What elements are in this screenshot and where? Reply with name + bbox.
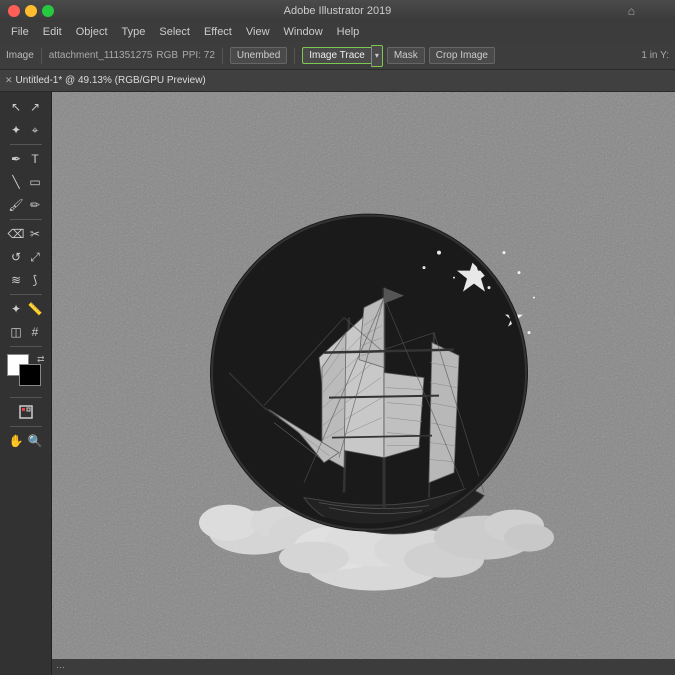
paintbrush-tool[interactable]: 🖌 <box>7 194 25 216</box>
brush-tools: 🖌 ✏ <box>7 194 44 216</box>
rotate-tool[interactable]: ↺ <box>7 246 25 268</box>
tool-sep-4 <box>10 346 42 347</box>
separator-3 <box>294 48 295 64</box>
view-tools: ✋ 🔍 <box>7 430 44 452</box>
line-tool[interactable]: ╲ <box>7 171 25 193</box>
ship-illustration <box>174 177 554 607</box>
blend-tool[interactable]: ⟆ <box>26 269 44 291</box>
measure-tool[interactable]: 📏 <box>26 298 44 320</box>
separator-2 <box>222 48 223 64</box>
menu-type[interactable]: Type <box>116 25 152 39</box>
warp-tools: ≋ ⟆ <box>7 269 44 291</box>
scissors-tool[interactable]: ✂ <box>26 223 44 245</box>
mesh-tool[interactable]: # <box>26 321 44 343</box>
magic-lasso-tools: ✦ ⌖ <box>7 119 44 141</box>
pencil-tool[interactable]: ✏ <box>26 194 44 216</box>
gradient-tool[interactable]: ◫ <box>7 321 25 343</box>
maximize-button[interactable] <box>42 5 54 17</box>
artboard-tool[interactable] <box>7 401 45 423</box>
app-title: Adobe Illustrator 2019 <box>284 5 392 17</box>
tool-sep-1 <box>10 144 42 145</box>
menu-edit[interactable]: Edit <box>37 25 68 39</box>
tool-sep-6 <box>10 426 42 427</box>
eyedropper-tool[interactable]: ✦ <box>7 298 25 320</box>
path-tools: ╲ ▭ <box>7 171 44 193</box>
grad-mesh-tools: ◫ # <box>7 321 44 343</box>
main-area: ↖ ↗ ✦ ⌖ ✒ T ╲ ▭ 🖌 ✏ ⌫ ✂ ↺ ⤢ ≋ <box>0 92 675 675</box>
image-trace-dropdown[interactable]: ▾ <box>371 45 383 67</box>
home-icon[interactable]: ⌂ <box>628 4 635 18</box>
crop-image-button[interactable]: Crop Image <box>429 47 495 64</box>
type-tool[interactable]: T <box>26 148 44 170</box>
close-button[interactable] <box>8 5 20 17</box>
ppi-info: PPI: 72 <box>182 50 215 61</box>
scale-tool[interactable]: ⤢ <box>26 246 44 268</box>
image-trace-group: Image Trace ▾ <box>302 45 383 67</box>
tab-bar: ✕ Untitled-1* @ 49.13% (RGB/GPU Preview) <box>0 70 675 92</box>
window-controls[interactable] <box>8 5 54 17</box>
control-label: Image <box>6 50 34 61</box>
tool-sep-5 <box>10 397 42 398</box>
tab-title: Untitled-1* @ 49.13% (RGB/GPU Preview) <box>16 75 206 86</box>
menu-view[interactable]: View <box>240 25 276 39</box>
menu-object[interactable]: Object <box>70 25 114 39</box>
select-tool[interactable]: ↖ <box>7 96 25 118</box>
image-trace-button[interactable]: Image Trace <box>302 47 371 64</box>
eyedrop-tools: ✦ 📏 <box>7 298 44 320</box>
lasso-tool[interactable]: ⌖ <box>26 119 44 141</box>
menu-bar: File Edit Object Type Select Effect View… <box>0 22 675 42</box>
zoom-tool[interactable]: 🔍 <box>26 430 44 452</box>
control-bar: Image attachment_111351275 RGB PPI: 72 U… <box>0 42 675 70</box>
title-bar: Adobe Illustrator 2019 ⌂ <box>0 0 675 22</box>
tool-sep-2 <box>10 219 42 220</box>
tab-close-icon[interactable]: ✕ <box>5 75 13 86</box>
swap-colors-icon[interactable]: ⇄ <box>37 354 45 365</box>
foreground-color[interactable] <box>19 364 41 386</box>
mask-button[interactable]: Mask <box>387 47 425 64</box>
eraser-tools: ⌫ ✂ <box>7 223 44 245</box>
menu-effect[interactable]: Effect <box>198 25 238 39</box>
minimize-button[interactable] <box>25 5 37 17</box>
pen-tools: ✒ T <box>7 148 44 170</box>
menu-help[interactable]: Help <box>331 25 366 39</box>
unembed-button[interactable]: Unembed <box>230 47 287 64</box>
selection-tools: ↖ ↗ <box>7 96 44 118</box>
ship-svg <box>174 177 554 607</box>
menu-window[interactable]: Window <box>278 25 329 39</box>
pen-tool[interactable]: ✒ <box>7 148 25 170</box>
tool-sep-3 <box>10 294 42 295</box>
menu-file[interactable]: File <box>5 25 35 39</box>
direct-select-tool[interactable]: ↗ <box>26 96 44 118</box>
hand-tool[interactable]: ✋ <box>7 430 25 452</box>
color-boxes: ⇄ <box>7 354 45 390</box>
rect-tool[interactable]: ▭ <box>26 171 44 193</box>
bottom-bar: ··· <box>52 659 675 675</box>
menu-select[interactable]: Select <box>153 25 196 39</box>
magic-wand-tool[interactable]: ✦ <box>7 119 25 141</box>
file-name: attachment_111351275 <box>49 50 153 61</box>
color-mode: RGB <box>156 50 178 61</box>
zoom-tools: ↺ ⤢ <box>7 246 44 268</box>
separator-1 <box>41 48 42 64</box>
toolbar: ↖ ↗ ✦ ⌖ ✒ T ╲ ▭ 🖌 ✏ ⌫ ✂ ↺ ⤢ ≋ <box>0 92 52 675</box>
canvas-area[interactable]: ··· <box>52 92 675 675</box>
warp-tool[interactable]: ≋ <box>7 269 25 291</box>
eraser-tool[interactable]: ⌫ <box>7 223 25 245</box>
additional-info: 1 in Y: <box>641 50 669 61</box>
bottom-dots: ··· <box>56 662 65 672</box>
